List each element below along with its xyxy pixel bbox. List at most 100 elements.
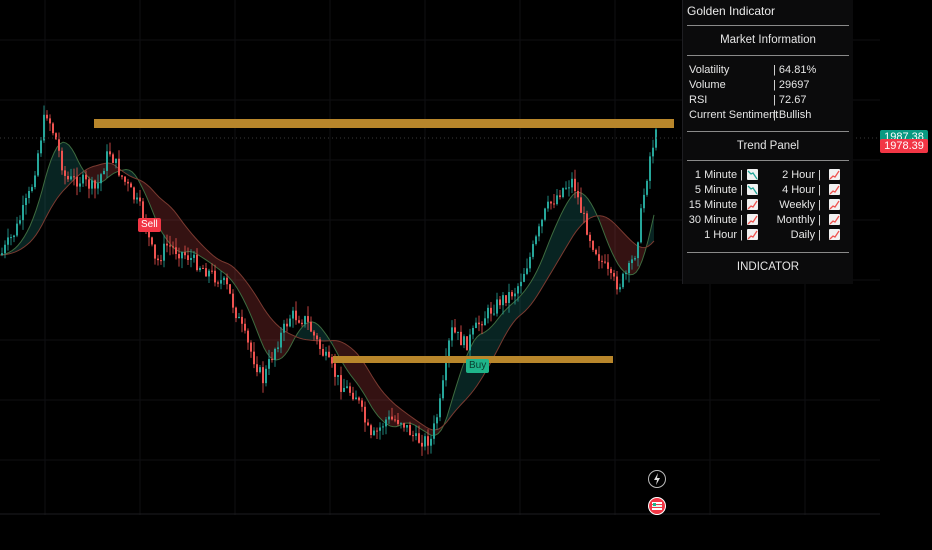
candle-body <box>310 321 312 332</box>
ribbon-segment <box>393 402 396 427</box>
candle-body <box>148 231 150 238</box>
candle-body <box>256 364 258 373</box>
candle-body <box>376 430 378 432</box>
candle-body <box>37 153 39 176</box>
candle-body <box>334 363 336 377</box>
candle-body <box>301 322 303 325</box>
candle-body <box>439 398 441 418</box>
trend-up-icon <box>747 214 758 225</box>
ribbon-segment <box>354 350 357 384</box>
candle-body <box>133 187 135 200</box>
ribbon-segment <box>369 371 372 408</box>
candle-body <box>364 406 366 423</box>
ribbon-segment <box>174 210 177 251</box>
candle-body <box>304 316 306 325</box>
candle-body <box>25 198 27 206</box>
trend-up-icon <box>829 229 840 240</box>
candle-body <box>541 219 543 227</box>
candle-body <box>226 277 228 285</box>
candle-body <box>598 254 600 261</box>
candle-body <box>478 322 480 325</box>
candle-body <box>241 316 243 324</box>
candle-body <box>400 423 402 425</box>
ribbon-segment <box>180 218 183 253</box>
candle-body <box>412 435 414 437</box>
ribbon-segment <box>183 222 186 253</box>
candle-body <box>178 254 180 259</box>
candle-body <box>568 187 570 189</box>
candle-body <box>550 201 552 204</box>
golden-indicator-panel: Golden Indicator Market Information Vola… <box>682 0 853 284</box>
candle-body <box>316 335 318 340</box>
trend-down-icon <box>747 169 758 180</box>
candle-body <box>565 187 567 189</box>
candle-body <box>322 348 324 356</box>
candle-body <box>7 237 9 245</box>
candle-body <box>118 158 120 176</box>
candle-body <box>244 323 246 331</box>
candle-body <box>172 246 174 248</box>
candle-body <box>574 178 576 192</box>
ribbon-segment <box>615 224 618 265</box>
candle-body <box>424 436 426 447</box>
trend-row: 1 Hour | Daily | <box>683 229 853 244</box>
candle-body <box>556 195 558 205</box>
candle-body <box>34 175 36 188</box>
candle-body <box>361 400 363 407</box>
candle-body <box>277 347 279 349</box>
ribbon-segment <box>387 396 390 426</box>
candle-body <box>505 295 507 303</box>
candle-body <box>250 342 252 352</box>
candle-body <box>154 244 156 259</box>
candle-body <box>160 260 162 262</box>
trend-row: 30 Minute | Monthly | <box>683 214 853 229</box>
candle-body <box>307 316 309 322</box>
candle-body <box>265 368 267 384</box>
candle-body <box>70 176 72 180</box>
ribbon-segment <box>363 361 366 398</box>
candle-body <box>202 267 204 269</box>
candle-body <box>469 334 471 351</box>
candle-body <box>652 147 654 157</box>
candle-body <box>139 197 141 202</box>
ribbon-segment <box>51 153 54 209</box>
timeframe-label: Daily | <box>790 229 821 241</box>
trend-panel-header: Trend Panel <box>736 140 800 152</box>
candle-body <box>199 267 201 271</box>
candle-body <box>163 243 165 261</box>
ribbon-segment <box>375 380 378 416</box>
candle-body <box>19 220 21 224</box>
candle-body <box>214 270 216 283</box>
trend-up-icon <box>747 199 758 210</box>
candle-body <box>49 118 51 124</box>
candle-body <box>340 375 342 392</box>
candle-body <box>508 292 510 303</box>
candle-body <box>325 351 327 356</box>
timeframe-label: Monthly | <box>776 214 821 226</box>
candle-body <box>463 336 465 346</box>
flag-icon[interactable] <box>648 497 666 515</box>
candle-body <box>529 256 531 269</box>
lightning-icon[interactable] <box>648 470 666 488</box>
candle-body <box>391 416 393 420</box>
candle-body <box>637 242 639 259</box>
candle-body <box>10 237 12 239</box>
candle-body <box>103 170 105 175</box>
ribbon-segment <box>63 142 66 191</box>
candle-body <box>247 330 249 343</box>
candle-body <box>373 430 375 436</box>
candle-body <box>502 295 504 306</box>
ribbon-segment <box>621 230 624 272</box>
candle-body <box>418 433 420 443</box>
info-value: | Bullish <box>773 109 812 121</box>
candle-body <box>4 244 6 254</box>
candle-body <box>67 175 69 180</box>
trend-up-icon <box>747 229 758 240</box>
info-key: Current Sentiment <box>689 109 779 121</box>
ribbon-segment <box>171 207 174 249</box>
divider <box>687 55 849 56</box>
divider <box>687 252 849 253</box>
candle-body <box>514 293 516 297</box>
candle-body <box>433 423 435 439</box>
ribbon-segment <box>378 385 381 420</box>
